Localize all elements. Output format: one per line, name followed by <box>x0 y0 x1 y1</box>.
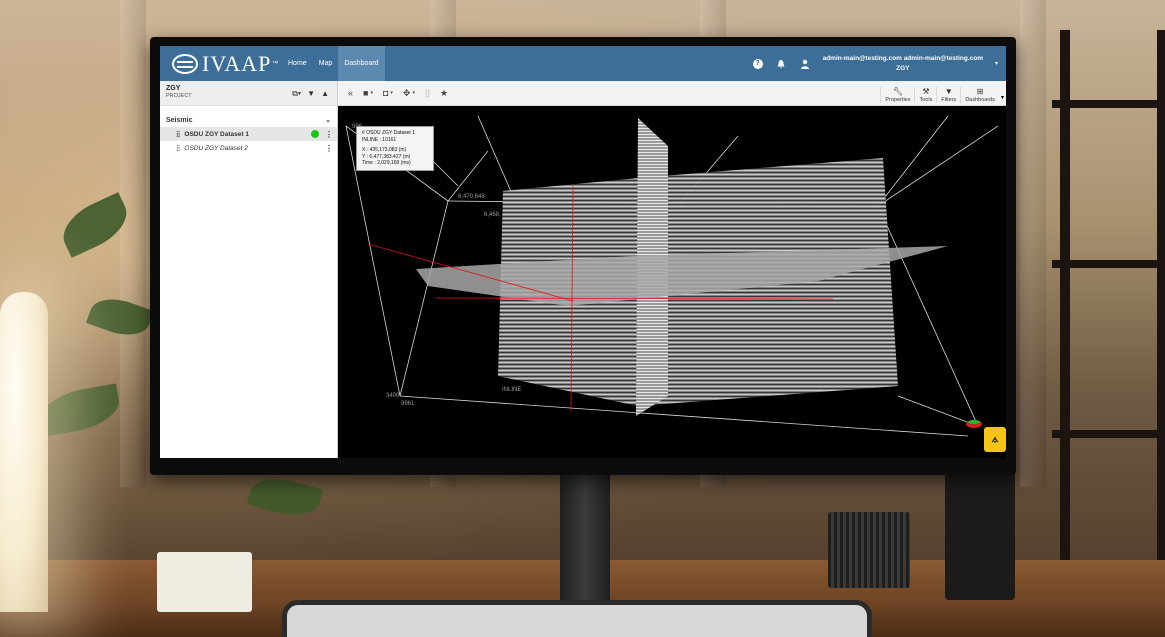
project-panel: ZGY PROJECT ⧉▾ ▼ ▲ Seismic ⌄ ⣿ OSDU ZGY … <box>160 81 338 458</box>
user-icon[interactable] <box>799 58 811 70</box>
curtain-fold <box>1020 0 1046 487</box>
filters-label: Filters <box>941 96 957 103</box>
axis-label: 9961 <box>401 401 415 407</box>
bookshelf <box>1052 30 1165 590</box>
properties-button[interactable]: 🔧︎ Properties <box>880 86 914 103</box>
user-project: ZGY <box>896 64 910 72</box>
wrench-icon: 🔧︎ <box>892 86 904 96</box>
lamp <box>0 292 48 612</box>
seismic-3d-scene <box>345 115 999 437</box>
nav-map[interactable]: Map <box>313 46 339 81</box>
seismic-dataset-icon: ⣿ <box>176 145 181 152</box>
logo-trademark: ™ <box>272 60 279 67</box>
collapse-icon[interactable]: ▲ <box>321 89 329 99</box>
seismic-dataset-icon: ⣿ <box>176 131 181 138</box>
grid-icon: ⊞ <box>976 86 984 96</box>
collapse-panel-icon[interactable]: « <box>348 88 353 98</box>
axis-label: 6,470,648 <box>458 194 485 200</box>
layers-icon[interactable]: ⧉▾ <box>292 89 301 99</box>
dataset-label: OSDU ZGY Dataset 1 <box>184 130 249 138</box>
logo-icon <box>172 53 198 74</box>
axis-label: 3400 <box>386 393 400 399</box>
axis-label: 6,468, <box>484 212 501 218</box>
viewer-toolbar: « ■ ▾ ◘ ▾ ✥ ▾ ▯ ★ 🔧︎ Properties ⚒ Tools ▼ F… <box>338 81 1006 106</box>
star-icon[interactable]: ★ <box>440 88 448 99</box>
tools-button[interactable]: ⚒ Tools <box>914 86 936 103</box>
move-icon[interactable]: ✥ ▾ <box>403 88 415 99</box>
user-info[interactable]: admin-main@testing.com admin-main@testin… <box>823 54 983 74</box>
keyboard <box>282 600 872 637</box>
project-tools: ⧉▾ ▼ ▲ <box>292 89 329 99</box>
camera-video-icon[interactable]: ■ ▾ <box>363 88 373 98</box>
camera-icon[interactable]: ◘ ▾ <box>383 88 393 98</box>
toolbar-right-actions: 🔧︎ Properties ⚒ Tools ▼ Filters ⊞ Dashbo… <box>880 81 1006 106</box>
app-header: IVAAP ™ Home Map Dashboard ? admin-main@… <box>160 46 1006 81</box>
speaker <box>945 470 1015 600</box>
floating-action-button[interactable]: ⟑ <box>984 427 1006 452</box>
kebab-menu-icon[interactable]: ⋮ <box>325 144 333 153</box>
inline-axis-label: INLINE <box>502 387 522 393</box>
dataset-label: OSDU ZGY Dataset 2 <box>184 144 248 152</box>
filters-button[interactable]: ▼ Filters <box>936 86 960 103</box>
seismic-3d-viewer[interactable]: 996 6,470,648 6,468, INLINE 3400 9961 # … <box>338 106 1006 458</box>
dataset-item-2[interactable]: ⣿ OSDU ZGY Dataset 2 ⋮ <box>160 141 337 155</box>
nav-dashboard[interactable]: Dashboard <box>338 46 385 81</box>
logo-text: IVAAP <box>202 50 272 76</box>
user-menu-chevron-icon[interactable]: ▾ <box>995 60 998 67</box>
app-screen: IVAAP ™ Home Map Dashboard ? admin-main@… <box>160 46 1006 458</box>
notification-bell-icon[interactable] <box>775 58 787 70</box>
curtain-fold <box>120 0 146 487</box>
section-label: Seismic <box>166 116 193 124</box>
help-icon[interactable]: ? <box>752 58 763 69</box>
tooltip-time: Time : 2,029,169 (ms) <box>362 160 411 166</box>
user-email: admin-main@testing.com admin-main@testin… <box>822 54 983 62</box>
dashboards-button[interactable]: ⊞ Dashboards <box>960 86 999 103</box>
pen-icon: ⟑ <box>991 433 999 445</box>
dataset-item-1[interactable]: ⣿ OSDU ZGY Dataset 1 ⋮ <box>160 127 337 141</box>
header-actions: ? admin-main@testing.com admin-main@test… <box>752 54 1006 74</box>
dashboards-chevron-icon[interactable]: ▾ <box>999 94 1006 103</box>
pen-cup <box>828 512 910 588</box>
tools-label: Tools <box>919 96 933 103</box>
nav-home[interactable]: Home <box>282 46 313 81</box>
app-logo[interactable]: IVAAP ™ <box>172 51 282 77</box>
trash-icon[interactable]: ▯ <box>425 88 430 99</box>
properties-label: Properties <box>885 96 911 103</box>
filter-icon: ▼ <box>944 86 953 96</box>
kebab-menu-icon[interactable]: ⋮ <box>325 130 333 139</box>
axis-orientation-widget <box>966 420 982 428</box>
seismic-section-header[interactable]: Seismic ⌄ <box>160 106 337 127</box>
filter-icon[interactable]: ▼ <box>307 89 315 99</box>
desk-speaker-box <box>157 552 252 612</box>
project-header: ZGY PROJECT ⧉▾ ▼ ▲ <box>160 81 337 106</box>
monitor: IVAAP ™ Home Map Dashboard ? admin-main@… <box>150 37 1016 475</box>
pick-info-tooltip: # OSDU ZGY Dataset 1 INLINE : 10161 X : … <box>356 126 434 171</box>
status-indicator-icon <box>311 130 319 138</box>
chevron-down-icon[interactable]: ⌄ <box>325 116 331 124</box>
dashboards-label: Dashboards <box>965 96 995 103</box>
tools-icon: ⚒ <box>922 86 930 96</box>
monitor-stand <box>560 470 610 605</box>
